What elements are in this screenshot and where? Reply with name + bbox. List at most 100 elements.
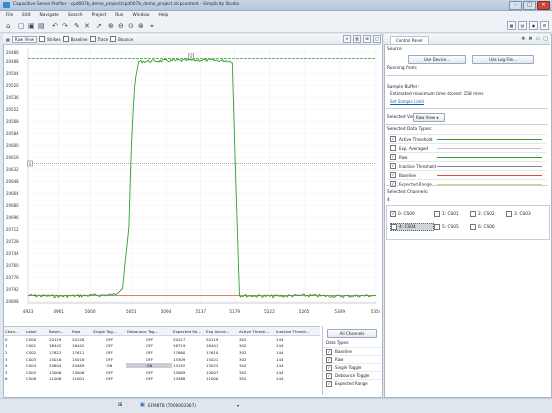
column-header[interactable]: Active Thresh... — [238, 329, 275, 334]
new-icon[interactable]: ▢ — [18, 22, 25, 30]
data-type-checkbox[interactable]: ✓ — [390, 181, 396, 187]
column-header[interactable]: Single Tog... — [92, 329, 126, 334]
bounce-checkbox[interactable] — [110, 36, 117, 42]
channel-checkbox-box[interactable] — [506, 211, 512, 217]
channel-checkbox-5[interactable]: 5: CS05 — [434, 223, 470, 231]
zoom-in-icon[interactable]: ⊕ — [108, 22, 114, 30]
view-select[interactable]: Raw View — [11, 35, 37, 43]
side-data-type-checkbox[interactable]: ✓ — [326, 364, 332, 371]
data-type-row[interactable]: ✓ Active Threshold — [388, 134, 546, 143]
data-type-checkbox[interactable]: ✓ — [390, 154, 396, 160]
channel-checkbox-1[interactable]: 1: CS01 — [434, 211, 470, 217]
menu-edit[interactable]: Edit — [22, 13, 30, 18]
split-icon[interactable]: ⊞ — [363, 35, 371, 43]
maximize-button[interactable]: □ — [523, 1, 536, 10]
channel-checkbox-box[interactable] — [391, 224, 397, 230]
use-log-file-button[interactable]: Use Log File... — [472, 55, 534, 64]
side-data-type-row[interactable]: ✓ Single Toggle — [323, 363, 381, 371]
data-type-checkbox[interactable]: ✓ — [390, 172, 396, 178]
side-data-type-row[interactable]: ✓ Raw — [323, 355, 381, 363]
table-row[interactable]: 4 CS04 20804 20489 ON ON 13192 13025 302 144 — [4, 362, 320, 369]
maximize-view-icon[interactable]: □ — [373, 35, 381, 43]
use-device-button[interactable]: Use Device... — [408, 55, 466, 64]
minimize-panel-icon[interactable]: ▭ — [536, 36, 541, 42]
set-sample-limit-link[interactable]: Set Sample Limit — [390, 99, 424, 104]
all-channels-button[interactable]: All Channels — [327, 329, 377, 338]
side-data-type-row[interactable]: ✓ Baseline — [323, 347, 381, 355]
print-icon[interactable]: ▤ — [38, 22, 45, 30]
table-row[interactable]: 3 CS03 15016 15016 OFF OFF 15309 15021 302 144 — [4, 356, 320, 363]
channel-checkbox-box[interactable] — [470, 224, 476, 230]
column-header[interactable]: Expected Ra... — [172, 329, 205, 334]
menu-file[interactable]: File — [6, 13, 13, 18]
save-icon[interactable]: ▣ — [28, 22, 35, 30]
perspective-profiler-icon[interactable]: ◉ — [529, 21, 538, 30]
perspective-develop-icon[interactable]: ▤ — [518, 21, 527, 30]
data-type-row[interactable]: ✓ Baseline — [388, 170, 546, 179]
column-header[interactable]: Label — [25, 329, 48, 334]
channel-checkbox-4[interactable]: 4: CS04 — [390, 223, 434, 231]
data-type-row[interactable]: ✓ Expected Range — [388, 179, 546, 188]
side-data-type-row[interactable]: ✓ Expected Range — [323, 379, 381, 387]
side-data-type-row[interactable]: ✓ Debounce Toggle — [323, 371, 381, 379]
pointer-icon[interactable]: ➚ — [96, 22, 102, 30]
pause-icon[interactable]: ⏸ — [343, 35, 351, 43]
undo-icon[interactable]: ↶ — [52, 22, 58, 30]
column-header[interactable]: Basel... — [48, 329, 71, 334]
control-panel-tab[interactable]: Control Panel — [390, 36, 429, 44]
perspective-debug-icon[interactable]: ⚙ — [540, 21, 549, 30]
zoom-fit-icon[interactable]: ⊙ — [128, 22, 134, 30]
data-type-row[interactable]: ✓ Inactive Threshold — [388, 161, 546, 170]
data-type-row[interactable]: Exp. Averaged — [388, 143, 546, 152]
table-row[interactable]: 2 CS02 17622 17611 OFF OFF 17860 17610 302 144 — [4, 349, 320, 356]
channel-checkbox-6[interactable]: 6: CS06 — [470, 223, 506, 231]
data-type-checkbox[interactable] — [390, 145, 396, 151]
side-data-type-checkbox[interactable]: ✓ — [326, 348, 332, 355]
side-data-type-checkbox[interactable]: ✓ — [326, 372, 332, 379]
data-type-checkbox[interactable]: ✓ — [390, 136, 396, 142]
redo-icon[interactable]: ↷ — [62, 22, 68, 30]
column-header[interactable]: Debounce Tog... — [126, 329, 172, 334]
stop-icon[interactable]: ✎ — [74, 22, 80, 30]
menu-search[interactable]: Search — [68, 13, 83, 18]
channel-checkbox-box[interactable] — [434, 211, 440, 217]
add-icon[interactable]: ✚ — [521, 36, 525, 42]
table-row[interactable]: 0 CS00 20129 20128 OFF OFF 20417 20119 302 144 — [4, 336, 320, 343]
device-chevron-down-icon[interactable]: ▾ — [237, 403, 239, 408]
channel-checkbox-box[interactable] — [470, 211, 476, 217]
channel-checkbox-box[interactable] — [434, 224, 440, 230]
home-icon[interactable]: ⌂ — [6, 22, 10, 30]
channel-checkbox-2[interactable]: 2: CS02 — [470, 211, 506, 217]
table-row[interactable]: 1 CS01 16442 16442 OFF OFF 16719 16441 302 144 — [4, 343, 320, 350]
channel-checkbox-0[interactable]: ✓ 0: CS00 — [390, 211, 434, 217]
zoom-reset-icon[interactable]: ⊗ — [138, 22, 144, 30]
column-header[interactable]: Raw — [71, 329, 92, 334]
table-row[interactable]: 6 CS06 11006 11001 OFF OFF 13468 11000 302 144 — [4, 376, 320, 383]
column-header[interactable]: Chan... — [4, 329, 25, 334]
baseline-checkbox[interactable] — [62, 36, 69, 42]
side-data-type-checkbox[interactable]: ✓ — [326, 356, 332, 363]
pin-icon[interactable]: ✖ — [528, 36, 532, 42]
maximize-panel-icon[interactable]: □ — [543, 36, 548, 42]
channel-checkbox-box[interactable]: ✓ — [390, 211, 396, 217]
menu-run[interactable]: Run — [115, 13, 123, 18]
data-type-row[interactable]: ✓ Raw — [388, 152, 546, 161]
menu-project[interactable]: Project — [92, 13, 107, 18]
column-header[interactable]: Exp Avera... — [205, 329, 238, 334]
data-type-checkbox[interactable]: ✓ — [390, 163, 396, 169]
table-row[interactable]: 5 CS05 13006 13006 OFF OFF 13089 13007 302 144 — [4, 369, 320, 376]
layout-icon[interactable]: ▥ — [353, 35, 361, 43]
menu-navigate[interactable]: Navigate — [40, 13, 59, 18]
perspective-launcher-icon[interactable]: ▦ — [507, 21, 516, 30]
column-header[interactable]: Inactive Thresh... — [275, 329, 312, 334]
zoom-out-icon[interactable]: ⊖ — [118, 22, 124, 30]
minimize-button[interactable]: – — [509, 1, 522, 10]
edit-icon[interactable]: ✕ — [84, 22, 90, 30]
selected-view-dropdown[interactable]: Raw View ▾ — [413, 113, 445, 122]
strikes-checkbox[interactable] — [38, 36, 45, 42]
trace-checkbox[interactable] — [89, 36, 96, 42]
close-button[interactable]: ✕ — [537, 1, 550, 10]
menu-window[interactable]: Window — [133, 13, 150, 18]
target-icon[interactable]: ⌖ — [150, 22, 154, 30]
side-data-type-checkbox[interactable]: ✓ — [326, 380, 332, 387]
